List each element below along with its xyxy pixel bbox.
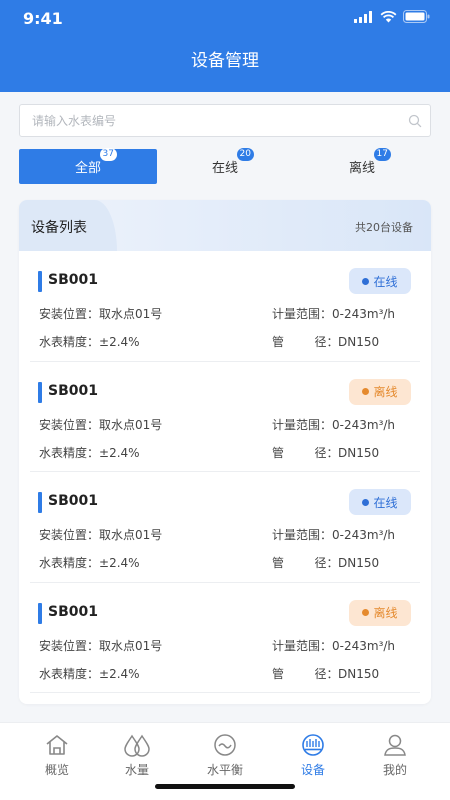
tabbar-item-water-balance[interactable]: 水平衡 [180,733,270,778]
status-badge: 在线 [349,489,411,515]
search-box[interactable] [19,104,431,137]
device-id: SB001 [48,272,98,288]
status-dot-icon [362,277,370,285]
install-location: 安装位置：取水点01号 [39,638,163,653]
device-row[interactable]: SB001 在线 安装位置：取水点01号 计量范围：0-243m³/h 水表精度… [19,251,431,362]
status-bar: 9:41 [0,0,450,38]
balance-wave-icon [214,734,236,756]
tab-all[interactable]: 全部 37 [19,148,157,184]
tabbar-label: 概览 [44,763,69,777]
card-title: 设备列表 [31,220,87,236]
device-meter-icon [302,734,324,756]
search-icon[interactable] [408,114,422,128]
device-id: SB001 [48,603,98,620]
status-text: 在线 [373,495,398,510]
meter-accuracy: 水表精度：±2.4% [39,556,140,570]
filter-tabs: 全部 37 在线 20 离线 17 [19,148,431,184]
tab-online[interactable]: 在线 20 [156,148,294,184]
tabbar-label: 水平衡 [206,763,243,777]
pipe-diameter: 管 径：DN150 [272,445,380,460]
pipe-diameter: 管 径：DN150 [272,666,380,681]
device-total: 共20台设备 [355,221,413,234]
meter-accuracy: 水表精度：±2.4% [39,445,140,460]
wifi-icon [380,10,397,22]
app-header: 9:41 设备管理 [0,0,450,92]
status-badge: 离线 [349,378,411,405]
install-location: 安装位置：取水点01号 [39,417,163,432]
count-badge: 17 [373,148,391,161]
battery-icon [403,10,430,23]
device-list: SB001 在线 安装位置：取水点01号 计量范围：0-243m³/h 水表精度… [19,251,431,693]
meter-accuracy: 水表精度：±2.4% [39,666,140,681]
count-badge: 37 [99,148,117,161]
install-location: 安装位置：取水点01号 [39,528,163,542]
tabbar-label: 设备 [300,763,325,777]
accent-bar [38,381,42,403]
status-text: 离线 [373,385,398,399]
device-list-card: 设备列表 共20台设备 SB001 在线 安装位置：取水点01号 计量范围：0-… [19,200,431,704]
status-dot-icon [362,609,370,616]
install-location: 安装位置：取水点01号 [39,307,163,321]
tab-label: 离线 [348,161,375,176]
device-id: SB001 [48,382,98,399]
device-row[interactable]: SB001 离线 安装位置：取水点01号 计量范围：0-243m³/h 水表精度… [19,362,431,472]
status-dot-icon [362,498,370,506]
status-time: 9:41 [23,9,63,28]
search-input[interactable] [20,105,400,136]
measure-range: 计量范围：0-243m³/h [272,638,396,653]
card-header: 设备列表 共20台设备 [19,200,431,251]
measure-range: 计量范围：0-243m³/h [272,528,396,542]
signal-icon [354,10,372,23]
device-id: SB001 [48,493,98,509]
tab-label: 全部 [74,161,101,176]
status-dot-icon [362,388,370,395]
status-badge: 离线 [349,599,411,626]
tabbar-label: 水量 [124,763,149,777]
accent-bar [38,602,42,624]
water-drops-icon [124,734,150,757]
status-text: 在线 [373,274,398,289]
tabbar-item-water-volume[interactable]: 水量 [92,733,182,778]
pipe-diameter: 管 径：DN150 [272,556,380,570]
tab-offline[interactable]: 离线 17 [293,148,431,184]
home-icon [46,735,68,755]
user-icon [384,734,406,756]
status-icons [354,10,430,23]
tabbar-label: 我的 [382,763,407,777]
tabbar-item-overview[interactable]: 概览 [12,733,102,778]
accent-bar [38,271,42,292]
count-badge: 20 [236,148,254,161]
row-divider [30,692,420,693]
home-indicator [155,784,295,789]
measure-range: 计量范围：0-243m³/h [272,417,396,432]
pipe-diameter: 管 径：DN150 [272,335,380,349]
tab-label: 在线 [211,161,238,176]
device-row[interactable]: SB001 离线 安装位置：取水点01号 计量范围：0-243m³/h 水表精度… [19,583,431,693]
status-badge: 在线 [349,268,411,294]
meter-accuracy: 水表精度：±2.4% [39,335,140,349]
status-text: 离线 [373,606,398,620]
accent-bar [38,492,42,513]
tabbar-item-devices[interactable]: 设备 [268,733,358,778]
page-title: 设备管理 [191,51,259,71]
measure-range: 计量范围：0-243m³/h [272,307,396,321]
tabbar-item-mine[interactable]: 我的 [350,733,440,778]
device-row[interactable]: SB001 在线 安装位置：取水点01号 计量范围：0-243m³/h 水表精度… [19,472,431,583]
